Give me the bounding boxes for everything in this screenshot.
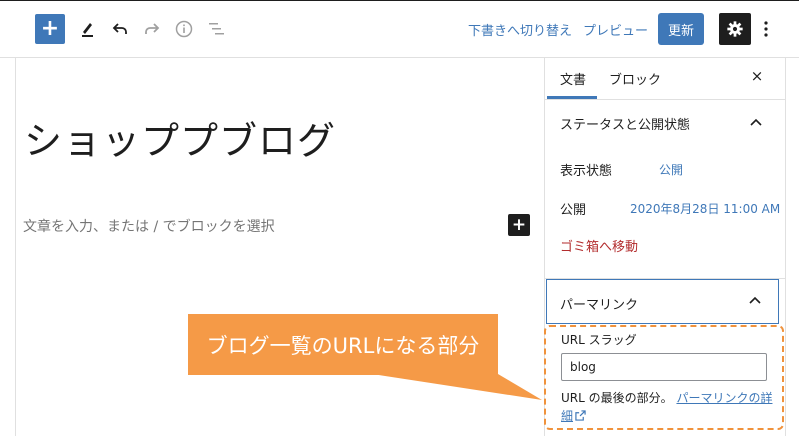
gear-icon [727,21,743,37]
more-options-icon[interactable] [758,13,774,45]
info-icon[interactable] [170,15,198,43]
redo-icon[interactable] [138,15,166,43]
update-button[interactable]: 更新 [658,13,704,45]
highlight-frame [544,325,784,430]
save-draft-button[interactable]: 下書きへ切り替え [468,20,572,39]
chevron-up-icon [749,296,761,304]
settings-button[interactable] [719,13,751,45]
block-placeholder[interactable]: 文章を入力、または / でブロックを選択 [23,216,275,236]
undo-icon[interactable] [106,15,134,43]
close-icon[interactable]: × [749,67,765,85]
list-view-icon[interactable] [202,15,230,43]
tab-document[interactable]: 文書 [560,69,586,88]
add-block-button[interactable]: + [35,14,65,44]
pencil-icon[interactable] [74,15,102,43]
post-title[interactable]: ショッププブログ [24,110,336,165]
preview-button[interactable]: プレビュー [583,20,648,39]
permalink-panel-title: パーマリンク [560,298,639,313]
sidebar-tabs: 文書 ブロック × [545,58,786,100]
publish-date-link[interactable]: 2020年8月28日 11:00 AM [630,200,780,217]
move-to-trash-button[interactable]: ゴミ箱へ移動 [560,236,638,255]
chevron-up-icon [750,118,762,126]
annotation-callout: ブログ一覧のURLになる部分 [188,314,498,375]
permalink-panel-header[interactable]: パーマリンク [546,279,779,324]
status-panel-header[interactable]: ステータスと公開状態 [545,100,786,146]
visibility-label: 表示状態 [560,164,613,179]
editor-canvas: ショッププブログ 文章を入力、または / でブロックを選択 + [15,58,544,436]
inline-add-block-button[interactable]: + [508,214,530,236]
status-panel-title: ステータスと公開状態 [560,118,691,133]
editor-toolbar: + 下書きへ切り替え プレビュー 更新 [0,0,799,58]
active-tab-indicator [547,96,597,99]
tab-block[interactable]: ブロック [609,69,661,88]
publish-label: 公開 [560,203,587,218]
visibility-value-link[interactable]: 公開 [659,161,683,178]
